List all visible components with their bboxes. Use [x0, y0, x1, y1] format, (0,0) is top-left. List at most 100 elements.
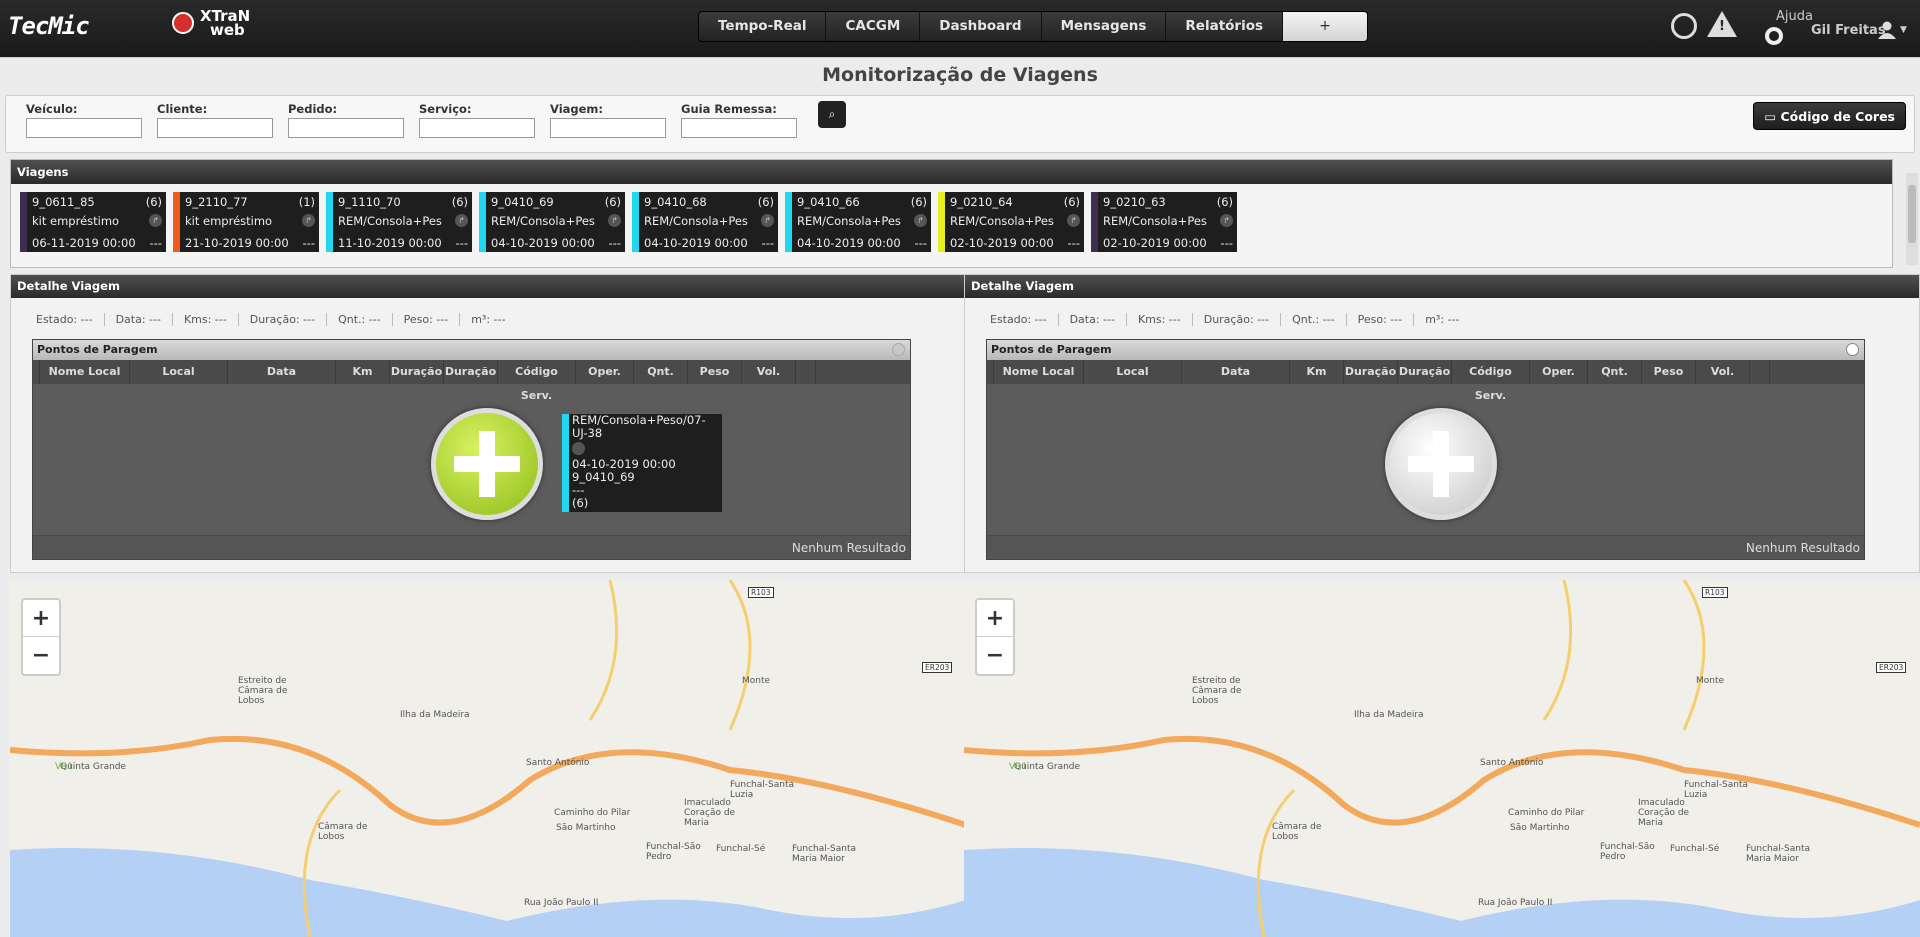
- nav-add-button[interactable]: +: [1283, 12, 1368, 41]
- nav-relatorios[interactable]: Relatórios: [1166, 12, 1284, 41]
- trip-count: (6): [757, 195, 774, 209]
- map-label: Funchal-São Pedro: [646, 842, 701, 862]
- col-local[interactable]: Local: [130, 360, 228, 384]
- col-nome-local[interactable]: Nome Local: [994, 360, 1084, 384]
- dragged-trip-card[interactable]: REM/Consola+Peso/07-UJ-38 04-10-2019 00:…: [562, 414, 722, 512]
- route-icon[interactable]: ↱: [608, 214, 621, 227]
- search-button[interactable]: ⌕: [818, 101, 846, 128]
- col-peso[interactable]: Peso: [1642, 360, 1696, 384]
- help-link[interactable]: Ajuda: [1776, 9, 1813, 24]
- col-nome-local[interactable]: Nome Local: [40, 360, 130, 384]
- trip-input[interactable]: [550, 118, 666, 138]
- vehicle-input[interactable]: [26, 118, 142, 138]
- trip-extra: ---: [761, 236, 774, 250]
- add-trip-drop-target[interactable]: [431, 408, 543, 520]
- map-label: Rua João Paulo II: [524, 898, 599, 908]
- trip-stats: Estado: --- Data: --- Kms: --- Duração: ---…: [990, 313, 1470, 326]
- dragged-card-count: (6): [572, 496, 589, 510]
- stat-estado: Estado: ---: [36, 313, 105, 326]
- col-km[interactable]: Km: [1290, 360, 1344, 384]
- col-km[interactable]: Km: [336, 360, 390, 384]
- col-codigo-serv[interactable]: Código Serv.: [1452, 360, 1530, 402]
- col-qnt[interactable]: Qnt.: [1588, 360, 1642, 384]
- scrollbar-thumb[interactable]: [1908, 185, 1916, 243]
- map-left[interactable]: + − Estreito de Câmara de Lobos Ilha da M…: [10, 580, 966, 937]
- trip-card[interactable]: 9_2110_77 (1) kit empréstimo ↱ 21-10-2019 00…: [173, 192, 319, 252]
- col-local[interactable]: Local: [1084, 360, 1182, 384]
- collapse-icon[interactable]: [892, 343, 905, 356]
- map-label: Funchal-Santa Luzia: [1684, 780, 1748, 800]
- col-duracao-2[interactable]: Duração: [1398, 360, 1452, 384]
- col-data[interactable]: Data: [228, 360, 336, 384]
- collapse-icon[interactable]: [1846, 343, 1859, 356]
- col-vol[interactable]: Vol.: [742, 360, 796, 384]
- route-icon[interactable]: ↱: [914, 214, 927, 227]
- color-code-button[interactable]: ▭ Código de Cores: [1753, 102, 1906, 130]
- map-tiles[interactable]: [10, 580, 966, 937]
- order-input[interactable]: [288, 118, 404, 138]
- trip-desc: REM/Consola+Peso/07-UJ-38: [338, 214, 442, 228]
- trip-id: 9_0410_69: [491, 195, 554, 209]
- col-oper[interactable]: Oper.: [1530, 360, 1588, 384]
- trip-desc: REM/Consola+Peso/07-UJ-38: [1103, 214, 1207, 228]
- trip-card[interactable]: 9_0210_63 (6) REM/Consola+Peso/07-UJ-38 ↱ 02…: [1091, 192, 1237, 252]
- stat-duracao: Duração: ---: [239, 313, 328, 326]
- zoom-in-button[interactable]: +: [23, 600, 59, 637]
- trip-desc: REM/Consola+Peso/07-UJ-38: [797, 214, 901, 228]
- trip-card[interactable]: 9_1110_70 (6) REM/Consola+Peso/07-UJ-38 ↱ 11…: [326, 192, 472, 252]
- route-icon[interactable]: ↱: [149, 214, 162, 227]
- road-shield: ER203: [922, 662, 953, 673]
- map-right[interactable]: + − Estreito de Câmara de Lobos Ilha da M…: [964, 580, 1920, 937]
- col-duracao-2[interactable]: Duração: [444, 360, 498, 384]
- user-icon[interactable]: [1877, 21, 1897, 39]
- route-icon[interactable]: ↱: [761, 214, 774, 227]
- col-qnt[interactable]: Qnt.: [634, 360, 688, 384]
- nav-dashboard[interactable]: Dashboard: [920, 12, 1042, 41]
- trip-card[interactable]: 9_0410_69 (6) REM/Consola+Peso/07-UJ-38 ↱ 04…: [479, 192, 625, 252]
- map-label: Monte: [742, 676, 771, 686]
- route-icon[interactable]: ↱: [1067, 214, 1080, 227]
- stat-peso: Peso: ---: [393, 313, 461, 326]
- col-peso[interactable]: Peso: [688, 360, 742, 384]
- main-nav: Tempo-Real CACGM Dashboard Mensagens Rel…: [698, 11, 1369, 42]
- add-trip-drop-target[interactable]: [1385, 408, 1497, 520]
- service-input[interactable]: [419, 118, 535, 138]
- route-icon[interactable]: ↱: [302, 214, 315, 227]
- trip-card[interactable]: 9_0410_68 (6) REM/Consola+Peso/07-UJ-38 ↱ 04…: [632, 192, 778, 252]
- zoom-out-button[interactable]: −: [23, 637, 59, 674]
- guia-remessa-input[interactable]: [681, 118, 797, 138]
- stops-title: Pontos de Paragem: [991, 343, 1112, 356]
- nav-cacgm[interactable]: CACGM: [826, 12, 921, 41]
- trip-date: 06-11-2019 00:00: [32, 236, 136, 250]
- trip-extra: ---: [302, 236, 315, 250]
- stat-qnt: Qnt.: ---: [327, 313, 393, 326]
- trip-card[interactable]: 9_0210_64 (6) REM/Consola+Peso/07-UJ-38 ↱ 02…: [938, 192, 1084, 252]
- trip-desc: kit empréstimo: [185, 214, 273, 228]
- route-icon[interactable]: ↱: [455, 214, 468, 227]
- zoom-in-button[interactable]: +: [977, 600, 1013, 637]
- map-tiles[interactable]: [964, 580, 1920, 937]
- col-data[interactable]: Data: [1182, 360, 1290, 384]
- user-name[interactable]: Gil Freitas: [1811, 23, 1886, 38]
- col-duracao[interactable]: Duração: [390, 360, 444, 384]
- stops-panel: Pontos de Paragem Nome Local Local Data Km D…: [986, 339, 1865, 560]
- col-codigo-serv[interactable]: Código Serv.: [498, 360, 576, 402]
- col-duracao[interactable]: Duração: [1344, 360, 1398, 384]
- route-icon[interactable]: ↱: [1220, 214, 1233, 227]
- nav-tempo-real[interactable]: Tempo-Real: [699, 12, 827, 41]
- zoom-out-button[interactable]: −: [977, 637, 1013, 674]
- service-label: Serviço:: [419, 102, 472, 116]
- trip-card[interactable]: 9_0410_66 (6) REM/Consola+Peso/07-UJ-38 ↱ 04…: [785, 192, 931, 252]
- col-oper[interactable]: Oper.: [576, 360, 634, 384]
- road-label: VR1: [1009, 762, 1028, 772]
- lifebuoy-icon[interactable]: [1765, 27, 1783, 45]
- nav-mensagens[interactable]: Mensagens: [1042, 12, 1167, 41]
- logo-line2: web: [210, 21, 245, 39]
- trip-card[interactable]: 9_0611_85 (6) kit empréstimo ↱ 06-11-2019 00…: [20, 192, 166, 252]
- stat-kms: Kms: ---: [1127, 313, 1193, 326]
- user-menu-caret-icon[interactable]: ▼: [1900, 25, 1907, 35]
- client-input[interactable]: [157, 118, 273, 138]
- col-vol[interactable]: Vol.: [1696, 360, 1750, 384]
- trips-scrollbar[interactable]: [1906, 173, 1918, 265]
- alarm-clock-icon[interactable]: [1671, 13, 1697, 39]
